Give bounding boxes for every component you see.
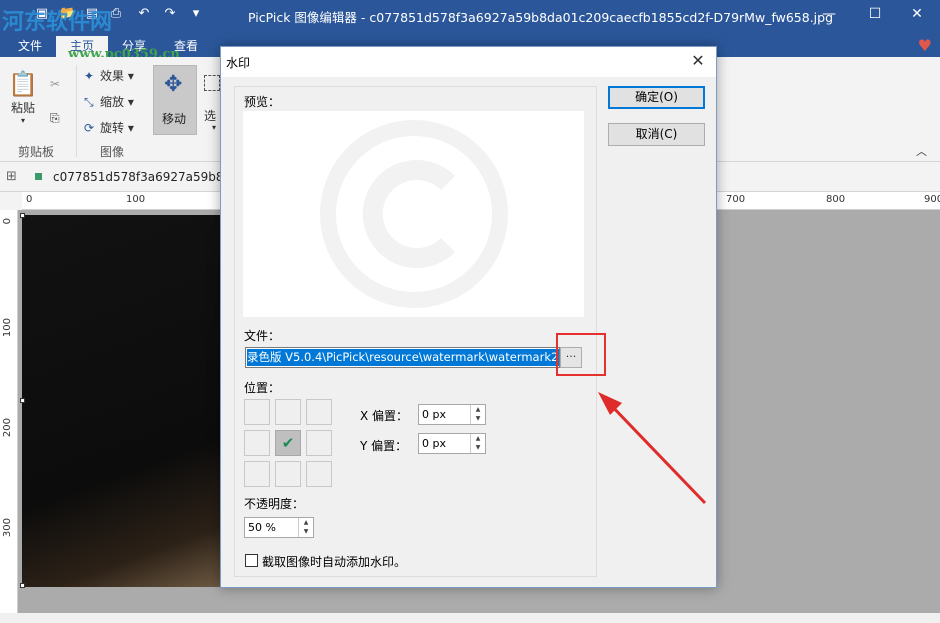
rotate-icon: ⟳ <box>84 121 95 135</box>
dialog-titlebar: 水印 ✕ <box>221 47 716 77</box>
customize-icon[interactable]: ▾ <box>188 6 204 22</box>
x-offset-stepper[interactable]: 0 px ▲ ▼ <box>418 404 486 425</box>
tab-file[interactable]: 文件 <box>4 36 56 57</box>
y-offset-value: 0 px <box>422 437 446 450</box>
position-middle-left[interactable] <box>244 430 270 456</box>
file-status-icon <box>35 173 42 180</box>
preview-label: 预览： <box>244 95 281 109</box>
file-label: 文件： <box>244 329 281 343</box>
collapse-ribbon-icon[interactable]: ︿ <box>916 143 927 159</box>
vertical-ruler: 0 100 200 300 <box>0 210 18 623</box>
effects-icon: ✦ <box>84 69 95 83</box>
y-offset-label: Y 偏置： <box>360 439 408 453</box>
rotate-button[interactable]: ⟳ 旋转 ▾ <box>84 119 134 136</box>
resize-button[interactable]: ⤡ 缩放 ▾ <box>84 93 134 110</box>
app-titlebar: ▣ 📂 ▤ ⎙ ↶ ↷ ▾ PicPick 图像编辑器 - c077851d57… <box>0 0 940 30</box>
paste-label: 粘贴 <box>10 101 35 115</box>
resize-handle[interactable] <box>20 583 25 588</box>
brand-logo: 河东软件网 <box>2 9 113 35</box>
spin-arrows-icon[interactable]: ▲ ▼ <box>298 518 313 537</box>
move-icon: ✥ <box>164 72 183 97</box>
opacity-value: 50 % <box>248 521 276 534</box>
position-top-right[interactable] <box>306 399 332 425</box>
maximize-button[interactable]: ☐ <box>852 0 898 30</box>
ruler-tick-label: 100 <box>126 194 146 205</box>
watermark-file-input[interactable]: 录色版 V5.0.4\PicPick\resource\watermark\wa… <box>245 347 560 368</box>
clipboard-icon: 📋 <box>8 70 38 98</box>
close-window-button[interactable]: ✕ <box>894 0 940 30</box>
undo-icon[interactable]: ↶ <box>136 6 152 22</box>
close-icon[interactable]: ✕ <box>688 51 708 71</box>
check-icon: ✔ <box>281 434 295 452</box>
heart-icon[interactable]: ♥ <box>918 36 932 55</box>
ruler-tick-label: 300 <box>2 518 13 538</box>
auto-add-label[interactable]: 截取图像时自动添加水印。 <box>262 553 406 570</box>
resize-label: 缩放 <box>100 95 125 109</box>
effects-label: 效果 <box>100 69 125 83</box>
x-offset-label: X 偏置： <box>360 409 409 423</box>
copyright-watermark-icon <box>320 120 508 308</box>
annotation-highlight-box <box>556 333 606 376</box>
status-bar <box>0 613 940 623</box>
ruler-tick-label: 0 <box>2 218 13 225</box>
paste-button[interactable]: 📋 粘贴 ▾ <box>8 69 38 125</box>
watermark-dialog: 水印 ✕ 预览： 文件： 录色版 V5.0.4\PicPick\resource… <box>220 46 717 588</box>
select-icon <box>204 75 220 91</box>
opacity-label: 不透明度： <box>244 497 305 511</box>
minimize-button[interactable]: — <box>806 0 852 30</box>
select-button[interactable]: 选 <box>204 107 216 124</box>
position-top-center[interactable] <box>275 399 301 425</box>
ruler-tick-label: 800 <box>826 194 846 205</box>
cut-icon[interactable]: ✂ <box>50 77 60 91</box>
rotate-label: 旋转 <box>100 121 125 135</box>
group-image-label: 图像 <box>100 145 125 159</box>
ruler-tick-label: 700 <box>726 194 746 205</box>
ok-button[interactable]: 确定(O) <box>608 86 705 109</box>
spin-arrows-icon[interactable]: ▲ ▼ <box>470 405 485 424</box>
chevron-down-icon: ▾ <box>212 123 217 132</box>
grid-view-icon[interactable]: ⊞ <box>6 169 17 184</box>
ruler-tick-label: 100 <box>2 318 13 338</box>
position-bottom-center[interactable] <box>275 461 301 487</box>
move-label: 移动 <box>162 112 187 126</box>
ruler-tick-label: 200 <box>2 418 13 438</box>
position-bottom-left[interactable] <box>244 461 270 487</box>
window-title: PicPick 图像编辑器 - c077851d578f3a6927a59b8d… <box>248 10 834 25</box>
file-path-value: 录色版 V5.0.4\PicPick\resource\watermark\wa… <box>247 349 559 366</box>
watermark-preview <box>243 111 584 317</box>
redo-icon[interactable]: ↷ <box>162 6 178 22</box>
dialog-title: 水印 <box>226 56 251 70</box>
auto-add-checkbox[interactable] <box>245 554 258 567</box>
effects-button[interactable]: ✦ 效果 ▾ <box>84 67 134 84</box>
group-clipboard-label: 剪贴板 <box>18 145 55 159</box>
ribbon-divider <box>76 65 77 157</box>
position-top-left[interactable] <box>244 399 270 425</box>
resize-handle[interactable] <box>20 213 25 218</box>
opacity-stepper[interactable]: 50 % ▲ ▼ <box>244 517 314 538</box>
resize-handle[interactable] <box>20 398 25 403</box>
position-label: 位置： <box>244 381 281 395</box>
ruler-tick-label: 0 <box>26 194 33 205</box>
chevron-down-icon: ▾ <box>20 116 25 125</box>
move-button[interactable]: ✥ 移动 <box>153 65 197 135</box>
position-bottom-right[interactable] <box>306 461 332 487</box>
cancel-button[interactable]: 取消(C) <box>608 123 705 146</box>
position-middle-right[interactable] <box>306 430 332 456</box>
ruler-corner <box>0 192 22 210</box>
resize-icon: ⤡ <box>84 95 94 109</box>
spin-arrows-icon[interactable]: ▲ ▼ <box>470 434 485 453</box>
position-center[interactable]: ✔ <box>275 430 301 456</box>
y-offset-stepper[interactable]: 0 px ▲ ▼ <box>418 433 486 454</box>
ruler-tick-label: 900 <box>924 194 940 205</box>
copy-icon[interactable]: ⎘ <box>50 111 60 126</box>
x-offset-value: 0 px <box>422 408 446 421</box>
